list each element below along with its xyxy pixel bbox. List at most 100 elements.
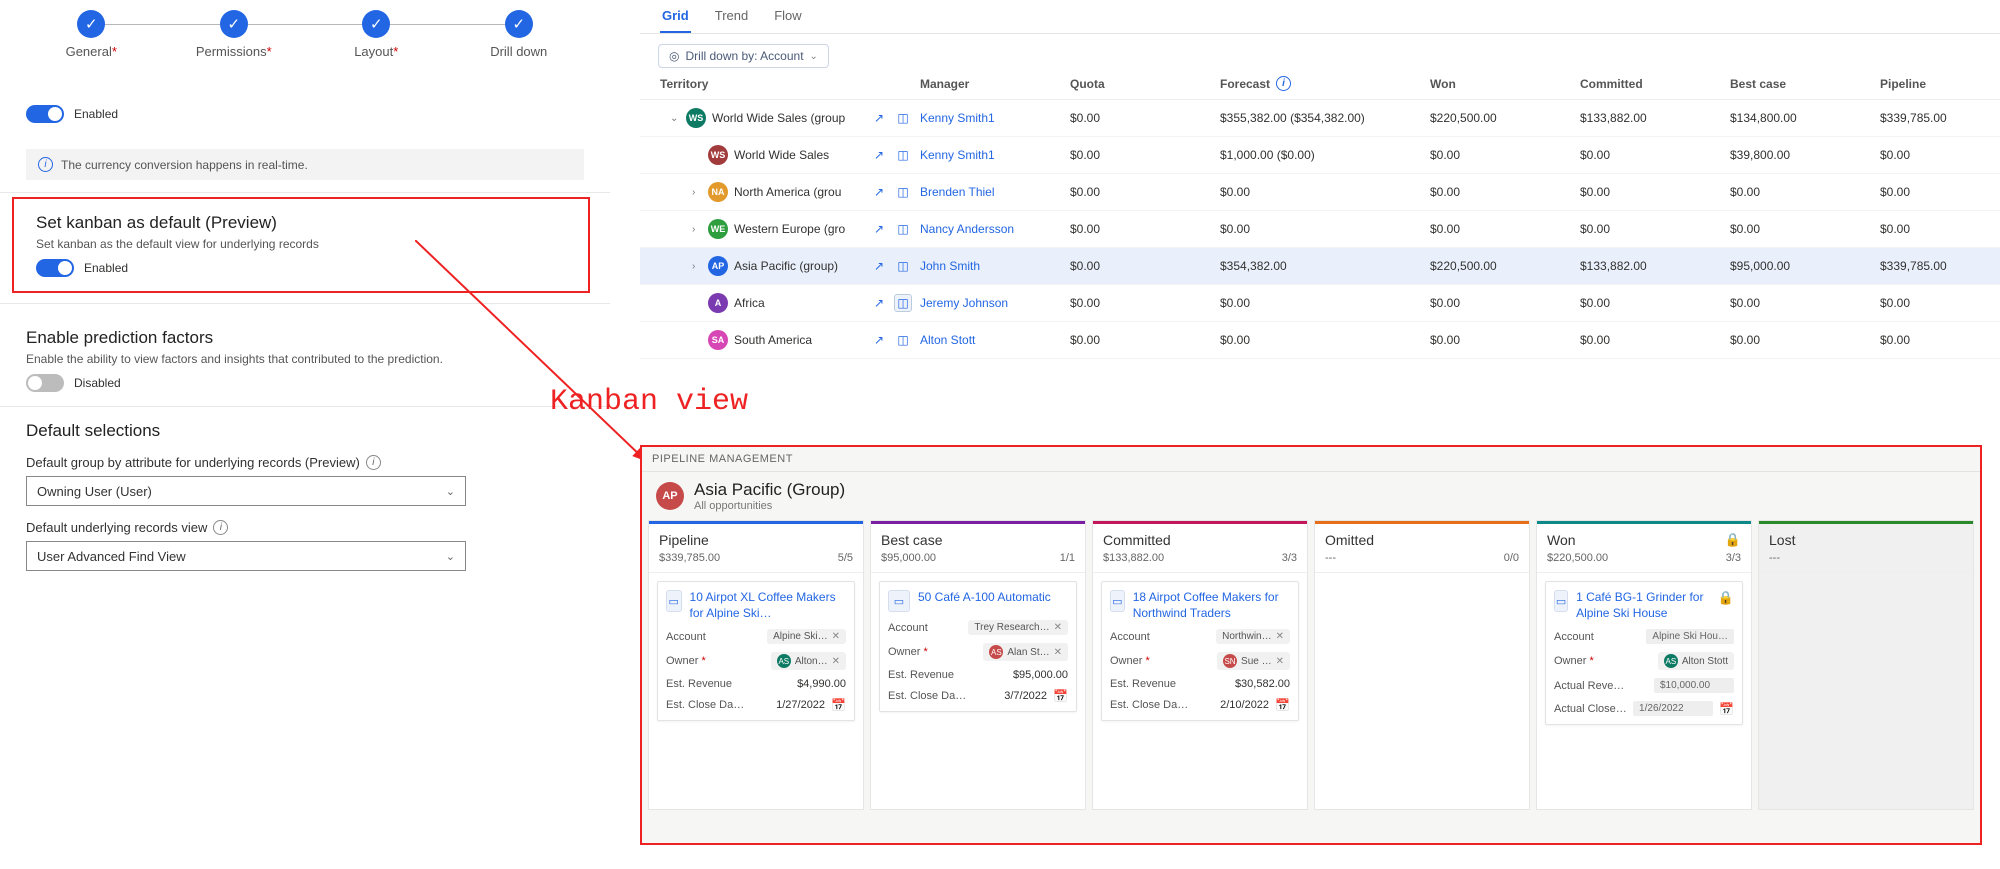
cell-value: $0.00 [1730,296,1880,310]
open-icon[interactable]: ↗ [870,109,888,127]
grid-row[interactable]: ›NANorth America (grou↗◫Brenden Thiel$0.… [640,174,2000,211]
wizard-step-general[interactable]: ✓ General* [20,10,163,59]
grid-row[interactable]: ›WEWestern Europe (gro↗◫Nancy Andersson$… [640,211,2000,248]
panel-icon[interactable]: ◫ [894,331,912,349]
help-icon[interactable]: i [366,455,381,470]
chevron-right-icon[interactable]: › [692,224,702,235]
grid-row[interactable]: ⌄WSWorld Wide Sales (group↗◫Kenny Smith1… [640,100,2000,137]
manager-link[interactable]: Jeremy Johnson [920,296,1070,310]
revenue-value: $95,000.00 [1013,669,1068,681]
account-chip[interactable]: Alpine Ski…✕ [767,629,846,644]
open-icon[interactable]: ↗ [870,331,888,349]
account-chip[interactable]: Northwin…✕ [1216,629,1290,644]
column-amount: $220,500.00 [1547,552,1608,564]
calendar-icon[interactable]: 📅 [1275,698,1290,712]
open-icon[interactable]: ↗ [870,146,888,164]
open-icon[interactable]: ↗ [870,220,888,238]
kanban-card[interactable]: ▭1 Café BG-1 Grinder for Alpine Ski Hous… [1545,581,1743,725]
currency-toggle[interactable] [26,105,64,123]
panel-icon[interactable]: ◫ [894,183,912,201]
group-by-select[interactable]: Owning User (User) ⌄ [26,476,466,506]
manager-link[interactable]: Nancy Andersson [920,222,1070,236]
chevron-right-icon[interactable]: › [692,261,702,272]
column-title: Committed [1103,532,1171,548]
remove-icon[interactable]: ✕ [1276,631,1284,642]
chevron-down-icon[interactable]: ⌄ [670,113,680,124]
owner-avatar: SN [1223,654,1237,668]
cell-value: $355,382.00 ($354,382.00) [1220,111,1430,125]
cell-value: $0.00 [1730,222,1880,236]
kanban-default-toggle[interactable] [36,259,74,277]
drill-down-dropdown[interactable]: ◎ Drill down by: Account ⌄ [658,44,829,68]
date-readonly: 1/26/2022 [1633,701,1713,716]
grid-row[interactable]: SASouth America↗◫Alton Stott$0.00$0.00$0… [640,322,2000,359]
grid-row[interactable]: AAfrica↗◫Jeremy Johnson$0.00$0.00$0.00$0… [640,285,2000,322]
account-chip[interactable]: Trey Research…✕ [968,620,1068,635]
manager-link[interactable]: Kenny Smith1 [920,111,1070,125]
cell-value: $0.00 [1220,333,1430,347]
calendar-icon[interactable]: 📅 [1719,702,1734,716]
cell-value: $0.00 [1070,148,1220,162]
owner-chip[interactable]: ASAlton…✕ [771,652,846,670]
owner-chip[interactable]: ASAlan St…✕ [983,643,1068,661]
manager-link[interactable]: Brenden Thiel [920,185,1070,199]
kanban-card[interactable]: ▭18 Airpot Coffee Makers for Northwind T… [1101,581,1299,721]
check-icon: ✓ [505,10,533,38]
calendar-icon[interactable]: 📅 [1053,689,1068,703]
open-icon[interactable]: ↗ [870,294,888,312]
open-icon[interactable]: ↗ [870,257,888,275]
remove-icon[interactable]: ✕ [832,656,840,667]
remove-icon[interactable]: ✕ [1054,647,1062,658]
remove-icon[interactable]: ✕ [1276,656,1284,667]
tab-trend[interactable]: Trend [713,8,750,33]
help-icon[interactable]: i [213,520,228,535]
toggle-label: Disabled [74,376,121,390]
cell-value: $0.00 [1430,148,1580,162]
opportunity-icon: ▭ [666,590,682,612]
wizard-step-drilldown[interactable]: ✓ Drill down [448,10,591,59]
owner-chip[interactable]: ASAlton Stott [1658,652,1734,670]
kanban-card[interactable]: ▭10 Airpot XL Coffee Makers for Alpine S… [657,581,855,721]
kanban-column: Best case$95,000.001/1▭50 Café A-100 Aut… [870,520,1086,810]
chevron-right-icon[interactable]: › [692,187,702,198]
cell-value: $0.00 [1220,222,1430,236]
wizard-step-layout[interactable]: ✓ Layout* [305,10,448,59]
owner-chip[interactable]: SNSue …✕ [1217,652,1290,670]
grid-row[interactable]: WSWorld Wide Sales↗◫Kenny Smith1$0.00$1,… [640,137,2000,174]
records-view-select[interactable]: User Advanced Find View ⌄ [26,541,466,571]
column-amount: $339,785.00 [659,552,720,564]
remove-icon[interactable]: ✕ [832,631,840,642]
column-amount: $133,882.00 [1103,552,1164,564]
grid-row[interactable]: ›APAsia Pacific (group)↗◫John Smith$0.00… [640,248,2000,285]
manager-link[interactable]: Kenny Smith1 [920,148,1070,162]
cell-value: $0.00 [1070,333,1220,347]
card-title: 50 Café A-100 Automatic [918,590,1051,606]
remove-icon[interactable]: ✕ [1054,622,1062,633]
wizard-step-permissions[interactable]: ✓ Permissions* [163,10,306,59]
info-icon[interactable]: i [1276,76,1291,91]
manager-link[interactable]: Alton Stott [920,333,1070,347]
panel-icon[interactable]: ◫ [894,257,912,275]
kanban-card[interactable]: ▭50 Café A-100 AutomaticAccountTrey Rese… [879,581,1077,712]
kanban-default-section-highlight: Set kanban as default (Preview) Set kanb… [12,197,590,293]
cell-value: $0.00 [1880,185,2000,199]
panel-icon[interactable]: ◫ [894,294,912,312]
grid-header: Territory Manager Quota Forecast i Won C… [640,68,2000,100]
date-value: 1/27/2022 [776,699,825,711]
cell-value: $354,382.00 [1220,259,1430,273]
panel-icon[interactable]: ◫ [894,146,912,164]
open-icon[interactable]: ↗ [870,183,888,201]
manager-link[interactable]: John Smith [920,259,1070,273]
calendar-icon[interactable]: 📅 [831,698,846,712]
panel-icon[interactable]: ◫ [894,220,912,238]
cell-value: $0.00 [1070,296,1220,310]
territory-name: North America (grou [734,185,841,199]
cell-value: $133,882.00 [1580,259,1730,273]
section-title: Set kanban as default (Preview) [36,213,566,233]
prediction-toggle[interactable] [26,374,64,392]
column-amount: --- [1325,552,1336,564]
panel-icon[interactable]: ◫ [894,109,912,127]
territory-name: World Wide Sales [734,148,829,162]
tab-flow[interactable]: Flow [772,8,803,33]
tab-grid[interactable]: Grid [660,8,691,33]
